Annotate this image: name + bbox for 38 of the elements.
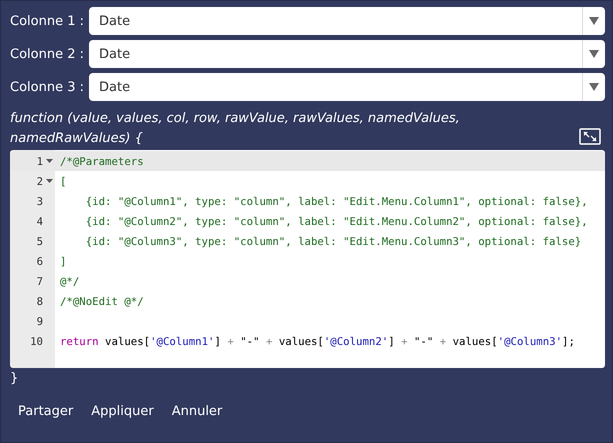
line-number: 8 — [36, 294, 43, 308]
code-line: [ — [59, 174, 66, 188]
closing-brace: } — [10, 371, 20, 386]
code-line: /*@NoEdit @*/ — [59, 294, 144, 308]
column-label: Colonne 1 : — [10, 14, 85, 28]
line-number: 4 — [36, 214, 43, 228]
column-dropdown[interactable]: Date — [89, 7, 605, 35]
expand-button[interactable] — [579, 128, 601, 145]
column-dropdown[interactable]: Date — [89, 40, 605, 68]
fold-caret-icon[interactable] — [46, 179, 52, 183]
line-number: 5 — [36, 234, 43, 248]
text-button[interactable]: Partager — [10, 400, 82, 423]
line-number: 3 — [36, 194, 43, 208]
column-label: Colonne 2 : — [10, 46, 85, 62]
line-number: 2 — [36, 174, 43, 188]
caret-icon — [589, 17, 599, 25]
code-line: ] — [59, 254, 66, 268]
line-number: 7 — [36, 274, 43, 288]
column-label: Colonne 3 : — [10, 80, 85, 94]
code-line: @*/ — [59, 274, 80, 288]
caret-icon — [589, 83, 599, 91]
line-number: 6 — [36, 254, 43, 268]
line-number: 9 — [36, 314, 43, 328]
code-line: /*@Parameters — [59, 154, 144, 168]
text-button[interactable]: Appliquer — [82, 400, 163, 423]
line-number: 1 — [36, 154, 43, 168]
column-dropdown[interactable]: Date — [89, 73, 605, 101]
expand-icon — [579, 128, 601, 145]
code-line: {id: "@Column2", type: "column", label: "Edit.Menu.Column2", optional: false}, — [84, 214, 588, 228]
fold-caret-icon[interactable] — [46, 159, 52, 163]
code-editor[interactable] — [10, 150, 605, 368]
line-number: 10 — [30, 334, 43, 348]
text-button[interactable]: Annuler — [162, 400, 232, 423]
code-line: {id: "@Column1", type: "column", label: "Edit.Menu.Column1", optional: false}, — [84, 194, 588, 208]
function-signature: function (value, values, col, row, rawValue, rawValues, namedValues, namedRawValues) { — [10, 110, 461, 148]
code-line: return values['@Column1'] + "-" + values['@Column2'] + "-" + values['@Column3']; — [59, 334, 575, 348]
caret-icon — [589, 50, 599, 58]
code-line: {id: "@Column3", type: "column", label: "Edit.Menu.Column3", optional: false} — [84, 234, 582, 248]
